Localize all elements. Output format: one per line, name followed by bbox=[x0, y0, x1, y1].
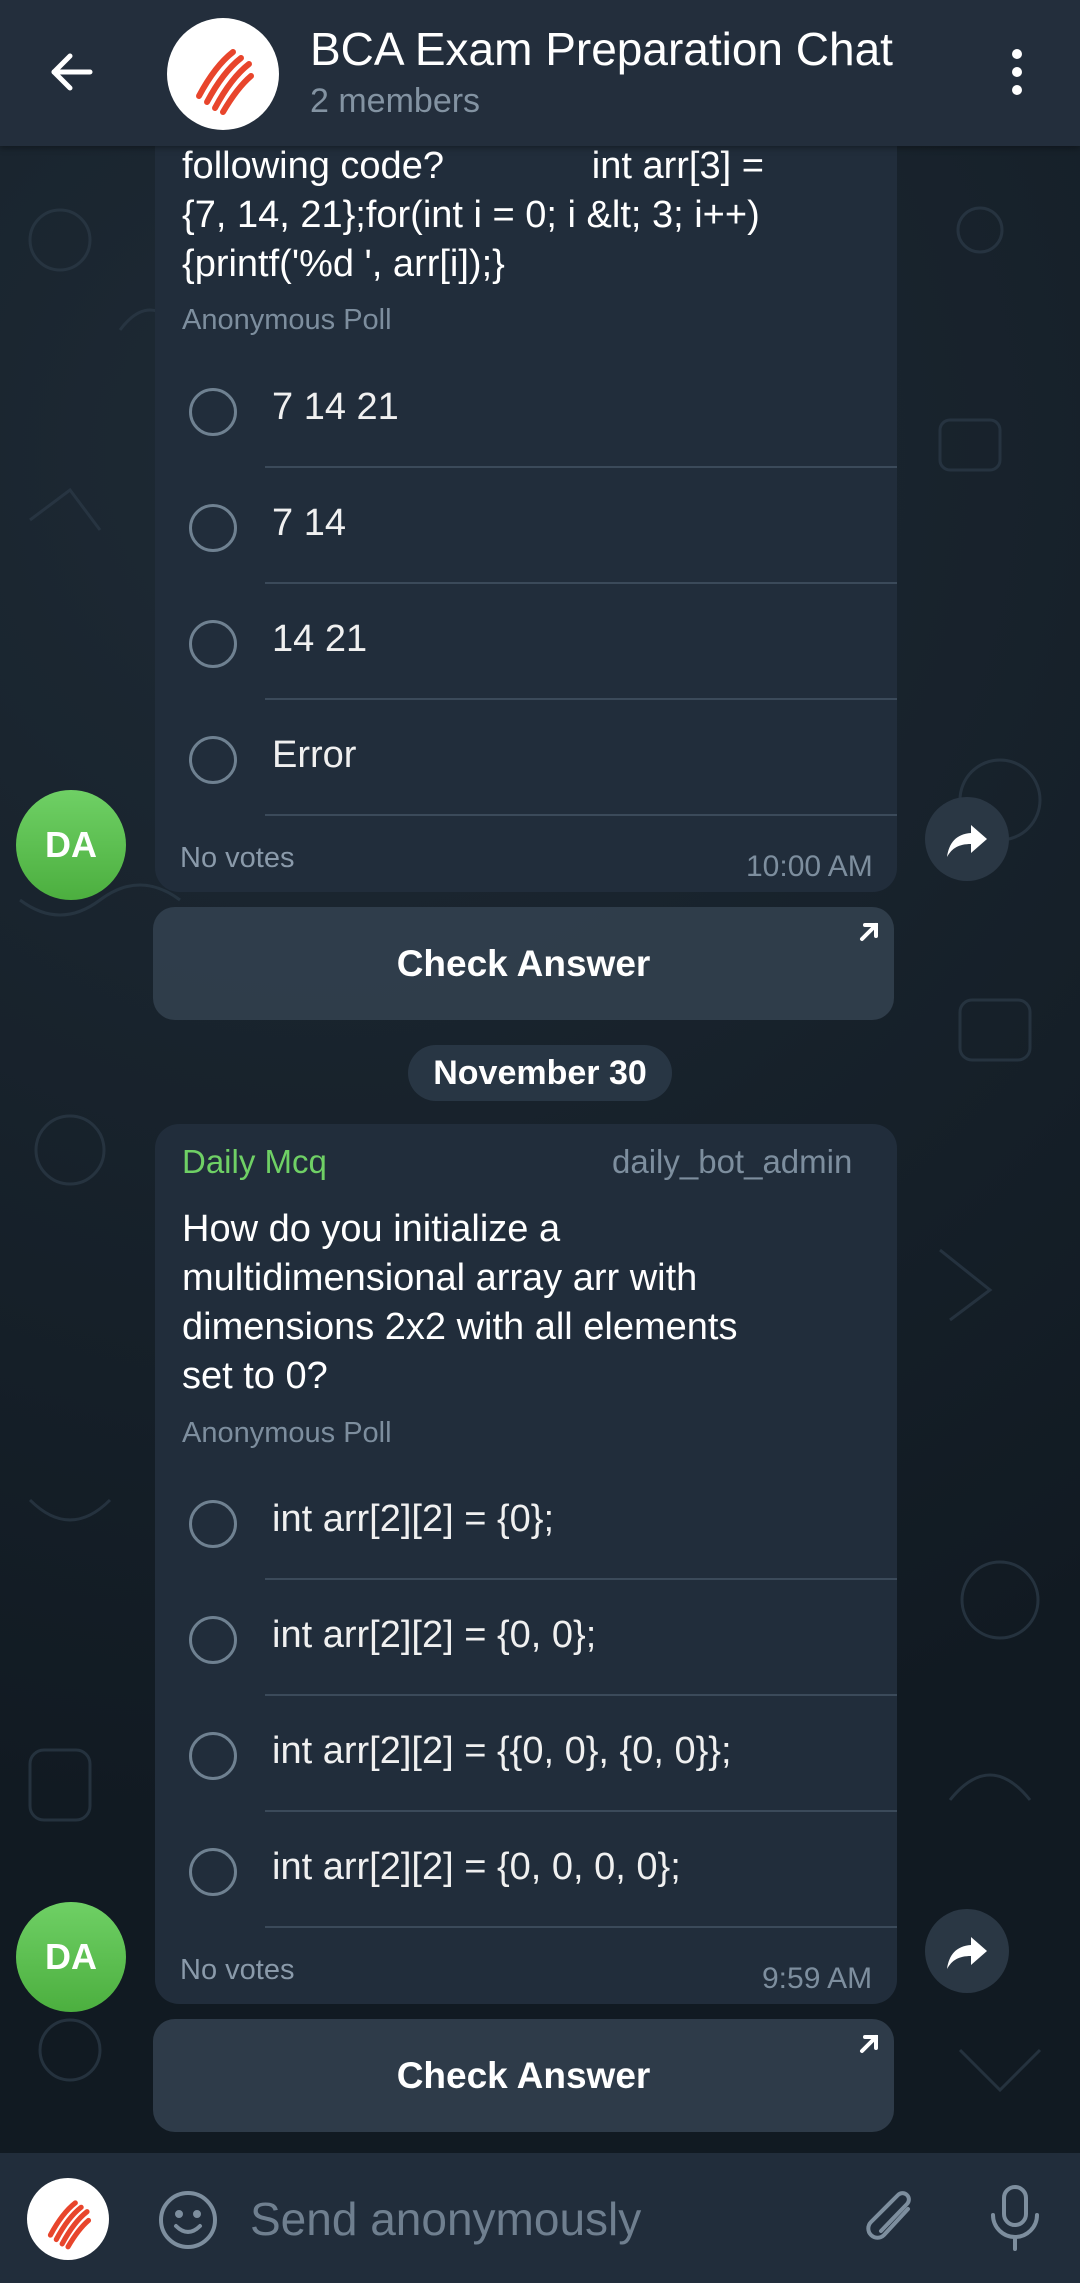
poll-option-label: int arr[2][2] = {0, 0, 0, 0}; bbox=[272, 1846, 681, 1888]
arrow-left-icon bbox=[51, 53, 93, 91]
poll-option-label: Error bbox=[272, 734, 357, 776]
attach-button[interactable] bbox=[860, 2183, 924, 2255]
option-divider bbox=[265, 1926, 897, 1928]
sender-name[interactable]: Daily Mcq bbox=[182, 1143, 327, 1181]
paperclip-icon bbox=[866, 2191, 911, 2240]
chat-title[interactable]: BCA Exam Preparation Chat bbox=[310, 22, 893, 76]
radio-button[interactable] bbox=[189, 1732, 237, 1780]
option-divider bbox=[265, 814, 897, 816]
check-answer-button[interactable]: Check Answer bbox=[153, 907, 894, 1020]
smiley-icon bbox=[159, 2191, 217, 2249]
more-menu-button[interactable] bbox=[995, 40, 1039, 104]
message-input[interactable] bbox=[250, 2181, 810, 2257]
sender-username: daily_bot_admin bbox=[612, 1143, 853, 1180]
radio-button[interactable] bbox=[189, 1500, 237, 1548]
poll-option-label: int arr[2][2] = {0, 0}; bbox=[272, 1614, 597, 1656]
back-button[interactable] bbox=[40, 40, 104, 104]
microphone-button[interactable] bbox=[985, 2181, 1045, 2255]
poll-option-label: 7 14 bbox=[272, 502, 346, 544]
share-arrow-icon bbox=[947, 825, 987, 857]
more-vertical-icon bbox=[1012, 49, 1022, 95]
poll-option[interactable]: 7 14 bbox=[155, 468, 897, 584]
chat-header: BCA Exam Preparation Chat 2 members bbox=[0, 0, 1080, 146]
radio-button[interactable] bbox=[189, 1848, 237, 1896]
votes-count: No votes bbox=[180, 842, 295, 874]
share-button[interactable] bbox=[925, 1909, 1009, 1993]
check-answer-button[interactable]: Check Answer bbox=[153, 2019, 894, 2132]
radio-button[interactable] bbox=[189, 620, 237, 668]
votes-count: No votes bbox=[180, 1954, 295, 1986]
message-time: 9:59 AM bbox=[762, 1962, 873, 1995]
poll-question-line: set to 0? bbox=[182, 1355, 328, 1397]
send-as-avatar[interactable] bbox=[27, 2178, 109, 2260]
share-button[interactable] bbox=[925, 797, 1009, 881]
poll-option-label: 14 21 bbox=[272, 618, 368, 660]
sender-avatar[interactable]: DA bbox=[16, 1902, 126, 2012]
poll-question-line: How do you initialize a bbox=[182, 1208, 561, 1250]
radio-button[interactable] bbox=[189, 504, 237, 552]
message-input-bar bbox=[0, 2153, 1080, 2283]
external-link-arrow-icon bbox=[860, 2035, 878, 2053]
emoji-button[interactable] bbox=[157, 2189, 219, 2251]
poll-question-line: {printf('%d ', arr[i]);} bbox=[182, 243, 505, 285]
radio-button[interactable] bbox=[189, 388, 237, 436]
poll-question-line: dimensions 2x2 with all elements bbox=[182, 1306, 738, 1348]
poll-option[interactable]: Error bbox=[155, 700, 897, 816]
group-avatar[interactable] bbox=[167, 18, 279, 130]
check-answer-label: Check Answer bbox=[396, 2054, 651, 2096]
radio-button[interactable] bbox=[189, 736, 237, 784]
message-time: 10:00 AM bbox=[746, 850, 873, 883]
share-arrow-icon bbox=[947, 1937, 987, 1969]
date-separator: November 30 bbox=[408, 1045, 672, 1101]
poll-option[interactable]: int arr[2][2] = {{0, 0}, {0, 0}}; bbox=[155, 1696, 897, 1812]
poll-type-label: Anonymous Poll bbox=[182, 1417, 392, 1449]
poll-option[interactable]: int arr[2][2] = {0, 0}; bbox=[155, 1580, 897, 1696]
poll-option-label: int arr[2][2] = {0}; bbox=[272, 1498, 555, 1540]
poll-question-line: multidimensional array arr with bbox=[182, 1257, 698, 1299]
sender-avatar[interactable]: DA bbox=[16, 790, 126, 900]
poll-type-label: Anonymous Poll bbox=[182, 304, 392, 336]
poll-option[interactable]: int arr[2][2] = {0}; bbox=[155, 1464, 897, 1580]
poll-question-line: {7, 14, 21};for(int i = 0; i &lt; 3; i++… bbox=[182, 194, 760, 236]
group-logo-icon bbox=[47, 2200, 92, 2250]
poll-option[interactable]: 7 14 21 bbox=[155, 352, 897, 468]
poll-option-label: 7 14 21 bbox=[272, 386, 399, 428]
poll-option[interactable]: int arr[2][2] = {0, 0, 0, 0}; bbox=[155, 1812, 897, 1928]
poll-question-line: following code? int arr[3] = bbox=[182, 145, 764, 187]
group-logo-icon bbox=[196, 49, 254, 115]
member-count: 2 members bbox=[310, 82, 481, 120]
microphone-icon bbox=[991, 2185, 1039, 2251]
check-answer-label: Check Answer bbox=[396, 942, 651, 984]
external-link-arrow-icon bbox=[860, 923, 878, 941]
radio-button[interactable] bbox=[189, 1616, 237, 1664]
poll-option[interactable]: 14 21 bbox=[155, 584, 897, 700]
poll-option-label: int arr[2][2] = {{0, 0}, {0, 0}}; bbox=[272, 1730, 732, 1772]
